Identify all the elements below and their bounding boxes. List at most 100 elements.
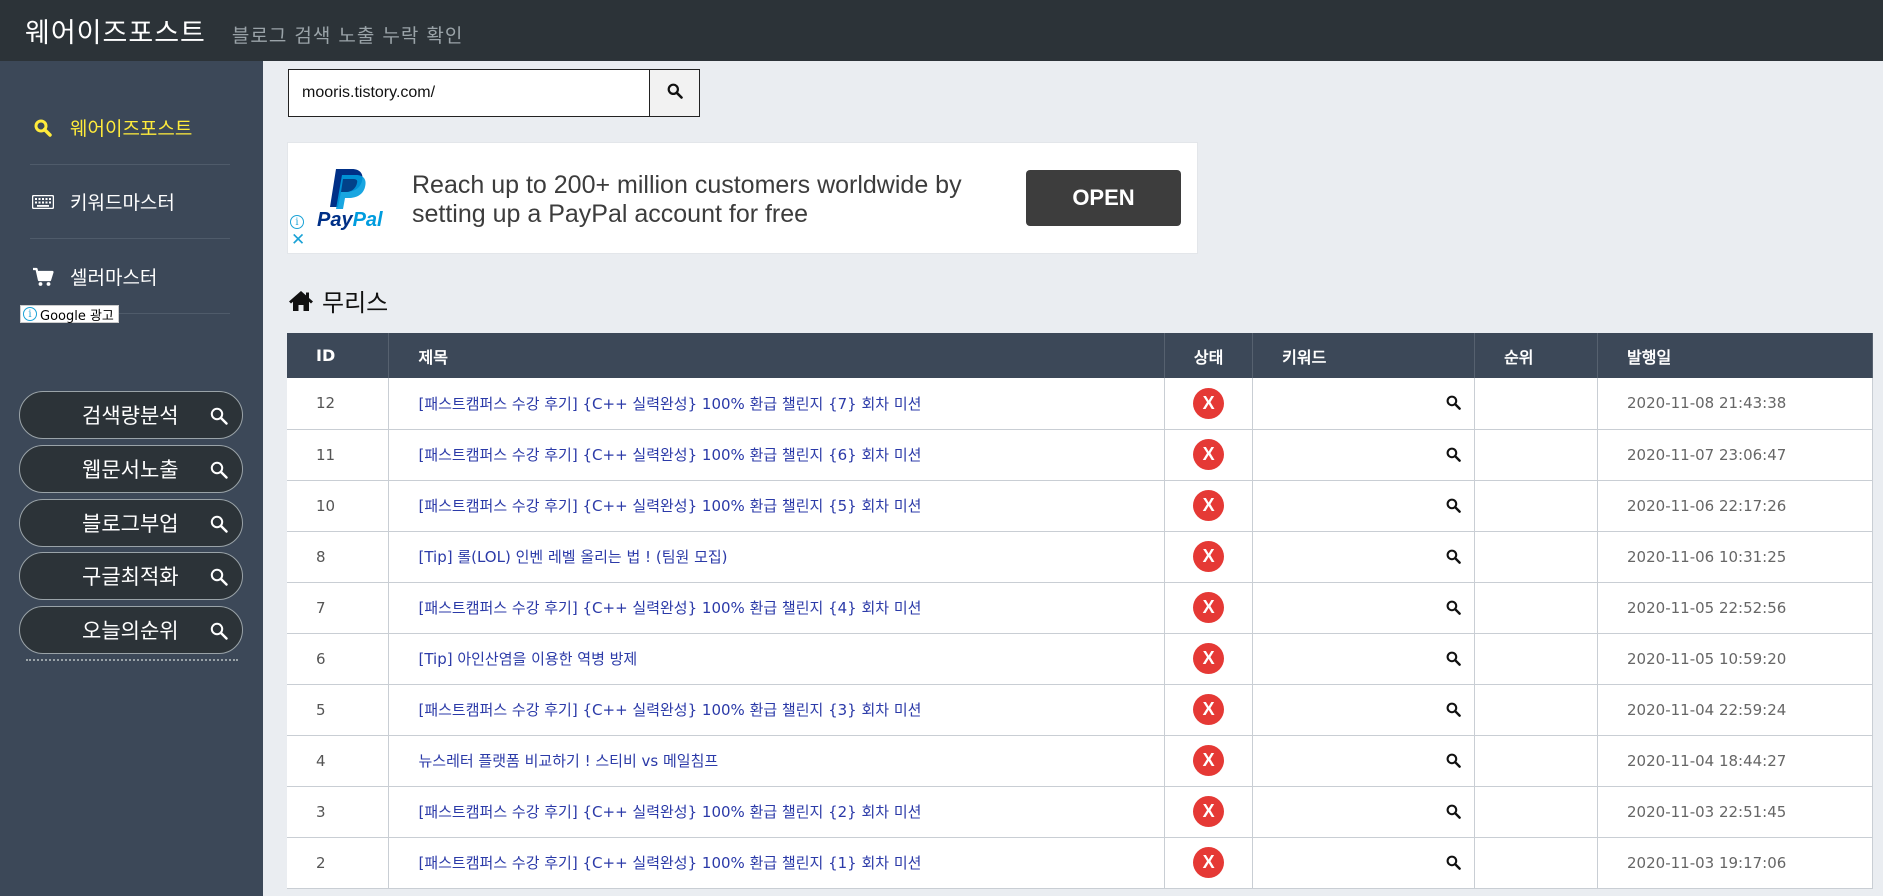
ad-link-label: 오늘의순위 [82, 619, 179, 643]
ad-link-search-volume[interactable]: 검색량분석 [19, 391, 243, 439]
post-title-link[interactable]: [패스트캠퍼스 수강 후기] {C++ 실력완성} 100% 환급 챌린지 {6… [388, 429, 1166, 481]
column-header-state: 상태 [1164, 333, 1254, 378]
post-title-link[interactable]: [Tip] 롤(LOL) 인벤 레벨 올리는 법 ! (팀원 모집) [388, 531, 1166, 583]
row-id: 4 [287, 735, 390, 787]
column-header-date: 발행일 [1597, 333, 1873, 378]
table-row: 11 [패스트캠퍼스 수강 후기] {C++ 실력완성} 100% 환급 챌린지 … [287, 429, 1873, 481]
status-badge: X [1193, 796, 1225, 827]
paypal-ad-banner[interactable]: PayPal Reach up to 200+ million customer… [287, 142, 1198, 254]
paypal-wordmark-pay: Pay [317, 209, 353, 231]
search-icon [210, 567, 228, 591]
ad-close-icon[interactable]: ✕ [291, 232, 305, 249]
post-title-link[interactable]: [패스트캠퍼스 수강 후기] {C++ 실력완성} 100% 환급 챌린지 {2… [388, 786, 1166, 838]
post-title-link[interactable]: [패스트캠퍼스 수강 후기] {C++ 실력완성} 100% 환급 챌린지 {3… [388, 684, 1166, 736]
table-row: 12 [패스트캠퍼스 수강 후기] {C++ 실력완성} 100% 환급 챌린지 … [287, 378, 1873, 430]
search-icon[interactable] [1446, 753, 1461, 772]
google-ad-label[interactable]: i Google 광고 [20, 305, 119, 324]
search-icon [30, 118, 56, 138]
search-icon[interactable] [1446, 600, 1461, 619]
top-bar: 웨어이즈포스트 블로그 검색 노출 누락 확인 [0, 0, 1883, 61]
sidebar-item-sellermaster[interactable]: 셀러마스터 [30, 240, 230, 314]
paypal-wordmark: PayPal [317, 209, 383, 232]
keyword-cell [1252, 378, 1476, 430]
sidebar-divider [26, 659, 238, 661]
search-icon[interactable] [1446, 804, 1461, 823]
status-badge: X [1193, 847, 1225, 878]
keyword-cell [1252, 735, 1476, 787]
sidebar-item-whereispost[interactable]: 웨어이즈포스트 [30, 91, 230, 165]
ad-link-blog-side-job[interactable]: 블로그부업 [19, 499, 243, 547]
search-icon [667, 83, 683, 103]
brand-title[interactable]: 웨어이즈포스트 [25, 11, 206, 50]
cart-icon [30, 267, 56, 287]
column-header-id: ID [287, 333, 390, 378]
status-cell: X [1164, 684, 1254, 736]
publish-date: 2020-11-07 23:06:47 [1597, 429, 1873, 481]
keyword-cell [1252, 786, 1476, 838]
search-icon[interactable] [1446, 395, 1461, 414]
publish-date: 2020-11-04 22:59:24 [1597, 684, 1873, 736]
rank-cell [1474, 582, 1599, 634]
publish-date: 2020-11-03 22:51:45 [1597, 786, 1873, 838]
ad-link-web-docs[interactable]: 웹문서노출 [19, 445, 243, 493]
search-icon[interactable] [1446, 651, 1461, 670]
keyboard-icon [30, 192, 56, 212]
status-badge: X [1193, 387, 1225, 419]
post-title-link[interactable]: [패스트캠퍼스 수강 후기] {C++ 실력완성} 100% 환급 챌린지 {5… [388, 480, 1166, 532]
row-id: 2 [287, 837, 390, 889]
search-icon[interactable] [1446, 702, 1461, 721]
sidebar-item-label: 셀러마스터 [70, 267, 158, 289]
search-icon[interactable] [1446, 855, 1461, 874]
post-title-link[interactable]: [패스트캠퍼스 수강 후기] {C++ 실력완성} 100% 환급 챌린지 {7… [388, 378, 1166, 430]
blog-name-heading: 무리스 [288, 283, 388, 318]
table-row: 2 [패스트캠퍼스 수강 후기] {C++ 실력완성} 100% 환급 챌린지 {… [287, 837, 1873, 889]
post-title-link[interactable]: [Tip] 아인산염을 이용한 역병 방제 [388, 633, 1166, 685]
ad-link-google-seo[interactable]: 구글최적화 [19, 552, 243, 600]
rank-cell [1474, 531, 1599, 583]
publish-date: 2020-11-03 19:17:06 [1597, 837, 1873, 889]
post-title-link[interactable]: 뉴스레터 플랫폼 비교하기 ! 스티비 vs 메일침프 [388, 735, 1166, 787]
search-icon[interactable] [1446, 447, 1461, 466]
publish-date: 2020-11-06 22:17:26 [1597, 480, 1873, 532]
rank-cell [1474, 429, 1599, 481]
search-icon[interactable] [1446, 549, 1461, 568]
ad-link-label: 웹문서노출 [82, 458, 179, 482]
keyword-cell [1252, 837, 1476, 889]
ad-link-today-rank[interactable]: 오늘의순위 [19, 606, 243, 654]
search-icon [210, 514, 228, 538]
post-title-link[interactable]: [패스트캠퍼스 수강 후기] {C++ 실력완성} 100% 환급 챌린지 {1… [388, 837, 1166, 889]
blog-url-input[interactable] [289, 70, 650, 116]
search-icon[interactable] [1446, 498, 1461, 517]
sidebar-item-label: 웨어이즈포스트 [70, 118, 193, 140]
rank-cell [1474, 378, 1599, 430]
blog-url-search [288, 69, 700, 117]
ad-info-icon[interactable]: i [290, 215, 304, 229]
row-id: 5 [287, 684, 390, 736]
search-button[interactable] [650, 70, 699, 116]
rank-cell [1474, 837, 1599, 889]
column-header-keyword: 키워드 [1252, 333, 1476, 378]
post-title-link[interactable]: [패스트캠퍼스 수강 후기] {C++ 실력완성} 100% 환급 챌린지 {4… [388, 582, 1166, 634]
row-id: 10 [287, 480, 390, 532]
ad-open-button[interactable]: OPEN [1026, 170, 1181, 226]
status-badge: X [1193, 592, 1225, 623]
info-icon: i [23, 307, 37, 321]
publish-date: 2020-11-06 10:31:25 [1597, 531, 1873, 583]
blog-name: 무리스 [322, 289, 389, 317]
ad-label-text: Google 광고 [40, 308, 114, 324]
status-badge: X [1193, 745, 1225, 776]
ad-link-label: 검색량분석 [82, 404, 179, 428]
status-cell: X [1164, 735, 1254, 787]
search-icon [210, 621, 228, 645]
home-icon [288, 290, 314, 312]
row-id: 7 [287, 582, 390, 634]
status-cell: X [1164, 582, 1254, 634]
status-cell: X [1164, 837, 1254, 889]
table-header-row: ID 제목 상태 키워드 순위 발행일 [287, 333, 1873, 378]
table-row: 7 [패스트캠퍼스 수강 후기] {C++ 실력완성} 100% 환급 챌린지 {… [287, 582, 1873, 634]
column-header-rank: 순위 [1474, 333, 1599, 378]
publish-date: 2020-11-04 18:44:27 [1597, 735, 1873, 787]
sidebar-item-keywordmaster[interactable]: 키워드마스터 [30, 165, 230, 239]
row-id: 12 [287, 378, 390, 430]
brand-tagline: 블로그 검색 노출 누락 확인 [231, 24, 464, 47]
